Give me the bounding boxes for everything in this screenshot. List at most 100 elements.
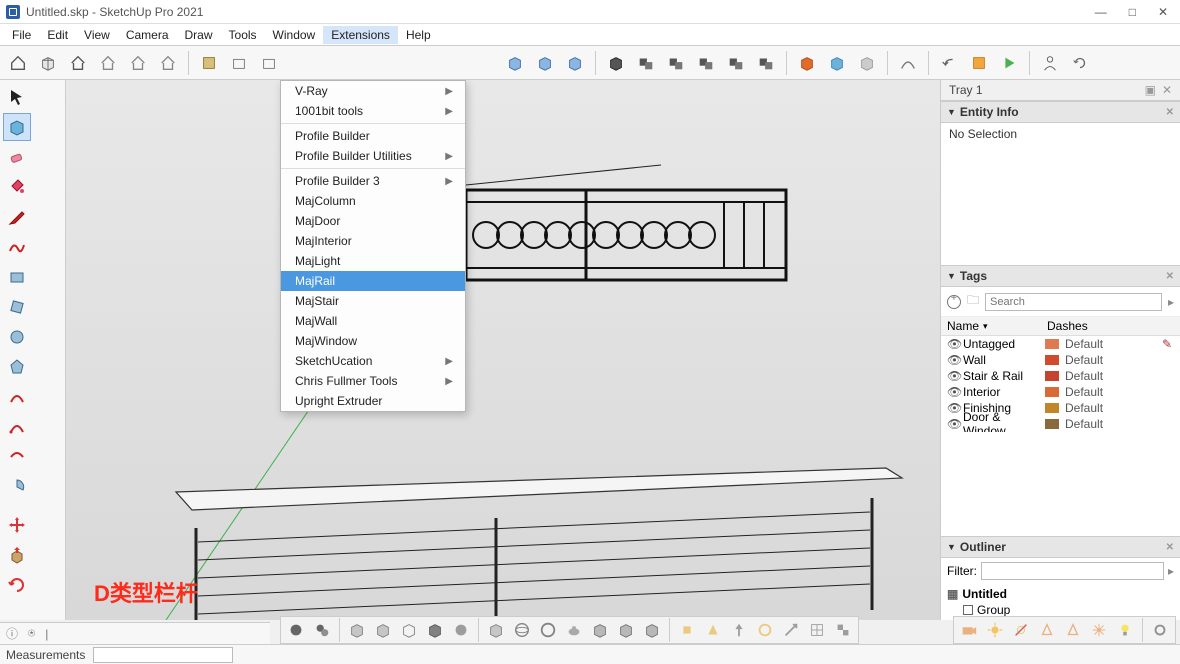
toolbar-home-icon-3[interactable] [126, 51, 150, 75]
toolbar-box-dark-icon[interactable] [604, 51, 628, 75]
star-icon[interactable] [1088, 619, 1110, 641]
tags-col-dashes[interactable]: Dashes [1047, 319, 1088, 333]
menu-item-profile-builder-utilities[interactable]: Profile Builder Utilities▶ [281, 146, 465, 166]
info-icon[interactable]: ⓘ [6, 625, 18, 642]
menu-item-upright-extruder[interactable]: Upright Extruder [281, 391, 465, 411]
tag-row[interactable]: 👁Door & WindowDefault [941, 416, 1180, 432]
btm-cube-icon[interactable] [641, 619, 663, 641]
paint-bucket-tool[interactable] [3, 173, 31, 201]
toolbar-home-icon[interactable] [66, 51, 90, 75]
tag-color-swatch[interactable] [1045, 339, 1059, 349]
toolbar-orange-cube-icon[interactable] [795, 51, 819, 75]
toolbar-blue-cube-icon[interactable] [825, 51, 849, 75]
btm-cube-icon[interactable] [346, 619, 368, 641]
window-close-button[interactable]: ✕ [1158, 5, 1168, 19]
tag-color-swatch[interactable] [1045, 355, 1059, 365]
tag-color-swatch[interactable] [1045, 387, 1059, 397]
tag-row[interactable]: 👁UntaggedDefault✎ [941, 336, 1180, 352]
toolbar-box-pair-icon-4[interactable] [724, 51, 748, 75]
menu-item-majcolumn[interactable]: MajColumn [281, 191, 465, 211]
tag-color-swatch[interactable] [1045, 419, 1059, 429]
toolbar-refresh-icon[interactable] [1068, 51, 1092, 75]
cube-tool[interactable] [3, 113, 31, 141]
toolbar-box-pair-icon-5[interactable] [754, 51, 778, 75]
bulb-icon[interactable] [1114, 619, 1136, 641]
entity-info-header[interactable]: ▼ Entity Info ✕ [941, 101, 1180, 123]
panel-close-icon[interactable]: ✕ [1166, 542, 1174, 553]
tag-row[interactable]: 👁WallDefault [941, 352, 1180, 368]
tags-search-input[interactable] [985, 293, 1162, 311]
menu-item-majrail[interactable]: MajRail [281, 271, 465, 291]
btm-ring-icon[interactable] [537, 619, 559, 641]
pushpull-tool[interactable] [3, 541, 31, 569]
rotate-tool[interactable] [3, 571, 31, 599]
menu-file[interactable]: File [4, 26, 39, 44]
eraser-tool[interactable] [3, 143, 31, 171]
tag-color-swatch[interactable] [1045, 403, 1059, 413]
menu-item-majstair[interactable]: MajStair [281, 291, 465, 311]
tag-folder-icon[interactable]: 🗀 [967, 291, 979, 312]
outliner-tree[interactable]: ▦Untitled Group [941, 584, 1180, 620]
pencil-tool[interactable] [3, 203, 31, 231]
freehand-tool[interactable] [3, 233, 31, 261]
btm-cube-icon[interactable] [485, 619, 507, 641]
btm-cube-icon[interactable] [589, 619, 611, 641]
btm-arrow-icon[interactable] [728, 619, 750, 641]
outliner-root[interactable]: Untitled [962, 587, 1007, 601]
btm-light-icon[interactable] [676, 619, 698, 641]
menu-item-majwindow[interactable]: MajWindow [281, 331, 465, 351]
menu-window[interactable]: Window [265, 26, 324, 44]
polygon-tool[interactable] [3, 353, 31, 381]
toolbar-box-pair-icon-3[interactable] [694, 51, 718, 75]
menu-extensions[interactable]: Extensions [323, 26, 398, 44]
btm-checker-icon[interactable] [832, 619, 854, 641]
toolbar-box-icon-2[interactable] [257, 51, 281, 75]
tray-close-icon[interactable]: ✕ [1162, 83, 1172, 97]
menu-edit[interactable]: Edit [39, 26, 76, 44]
outliner-filter-input[interactable] [981, 562, 1164, 580]
person-icon[interactable]: ⍟ [28, 626, 35, 641]
sort-chevron-icon[interactable]: ▾ [983, 321, 988, 332]
menu-view[interactable]: View [76, 26, 118, 44]
toolbar-play-icon[interactable] [997, 51, 1021, 75]
btm-cube-icon[interactable] [372, 619, 394, 641]
menu-item-chris-fullmer-tools[interactable]: Chris Fullmer Tools▶ [281, 371, 465, 391]
circle-tool[interactable] [3, 323, 31, 351]
menu-tools[interactable]: Tools [221, 26, 265, 44]
settings-icon[interactable] [1149, 619, 1171, 641]
rotated-rect-tool[interactable] [3, 293, 31, 321]
menu-item-majwall[interactable]: MajWall [281, 311, 465, 331]
menu-item-1001bit-tools[interactable]: 1001bit tools▶ [281, 101, 465, 121]
btm-sphere-icon[interactable] [450, 619, 472, 641]
menu-item-profile-builder[interactable]: Profile Builder [281, 126, 465, 146]
select-tool[interactable] [3, 83, 31, 111]
edit-pencil-icon[interactable]: ✎ [1162, 337, 1174, 351]
btm-spot-icon[interactable] [702, 619, 724, 641]
toolbar-component-icon[interactable] [197, 51, 221, 75]
menu-item-v-ray[interactable]: V-Ray▶ [281, 81, 465, 101]
menu-item-sketchucation[interactable]: SketchUcation▶ [281, 351, 465, 371]
toolbar-home-icon-2[interactable] [96, 51, 120, 75]
btm-teapot-icon[interactable] [563, 619, 585, 641]
menu-draw[interactable]: Draw [177, 26, 221, 44]
toolbar-box-icon[interactable] [227, 51, 251, 75]
menu-item-majinterior[interactable]: MajInterior [281, 231, 465, 251]
toolbar-undo-icon[interactable] [937, 51, 961, 75]
move-tool[interactable] [3, 511, 31, 539]
visibility-eye-icon[interactable]: 👁 [947, 401, 963, 415]
btm-arrow-icon[interactable] [780, 619, 802, 641]
menu-item-profile-builder-3[interactable]: Profile Builder 3▶ [281, 171, 465, 191]
tags-col-name[interactable]: Name [947, 319, 979, 333]
rectangle-tool[interactable] [3, 263, 31, 291]
window-maximize-button[interactable]: □ [1129, 5, 1136, 19]
visibility-eye-icon[interactable]: 👁 [947, 337, 963, 351]
cone-icon[interactable] [1062, 619, 1084, 641]
btm-cube-icon[interactable] [398, 619, 420, 641]
toolbar-person-icon[interactable] [1038, 51, 1062, 75]
toolbar-arc-icon[interactable] [896, 51, 920, 75]
arc2-tool[interactable] [3, 413, 31, 441]
outliner-menu-icon[interactable]: ▸ [1168, 564, 1174, 578]
viewport[interactable]: V-Ray▶1001bit tools▶Profile BuilderProfi… [66, 80, 940, 620]
measurements-input[interactable] [93, 647, 233, 663]
tag-row[interactable]: 👁InteriorDefault [941, 384, 1180, 400]
